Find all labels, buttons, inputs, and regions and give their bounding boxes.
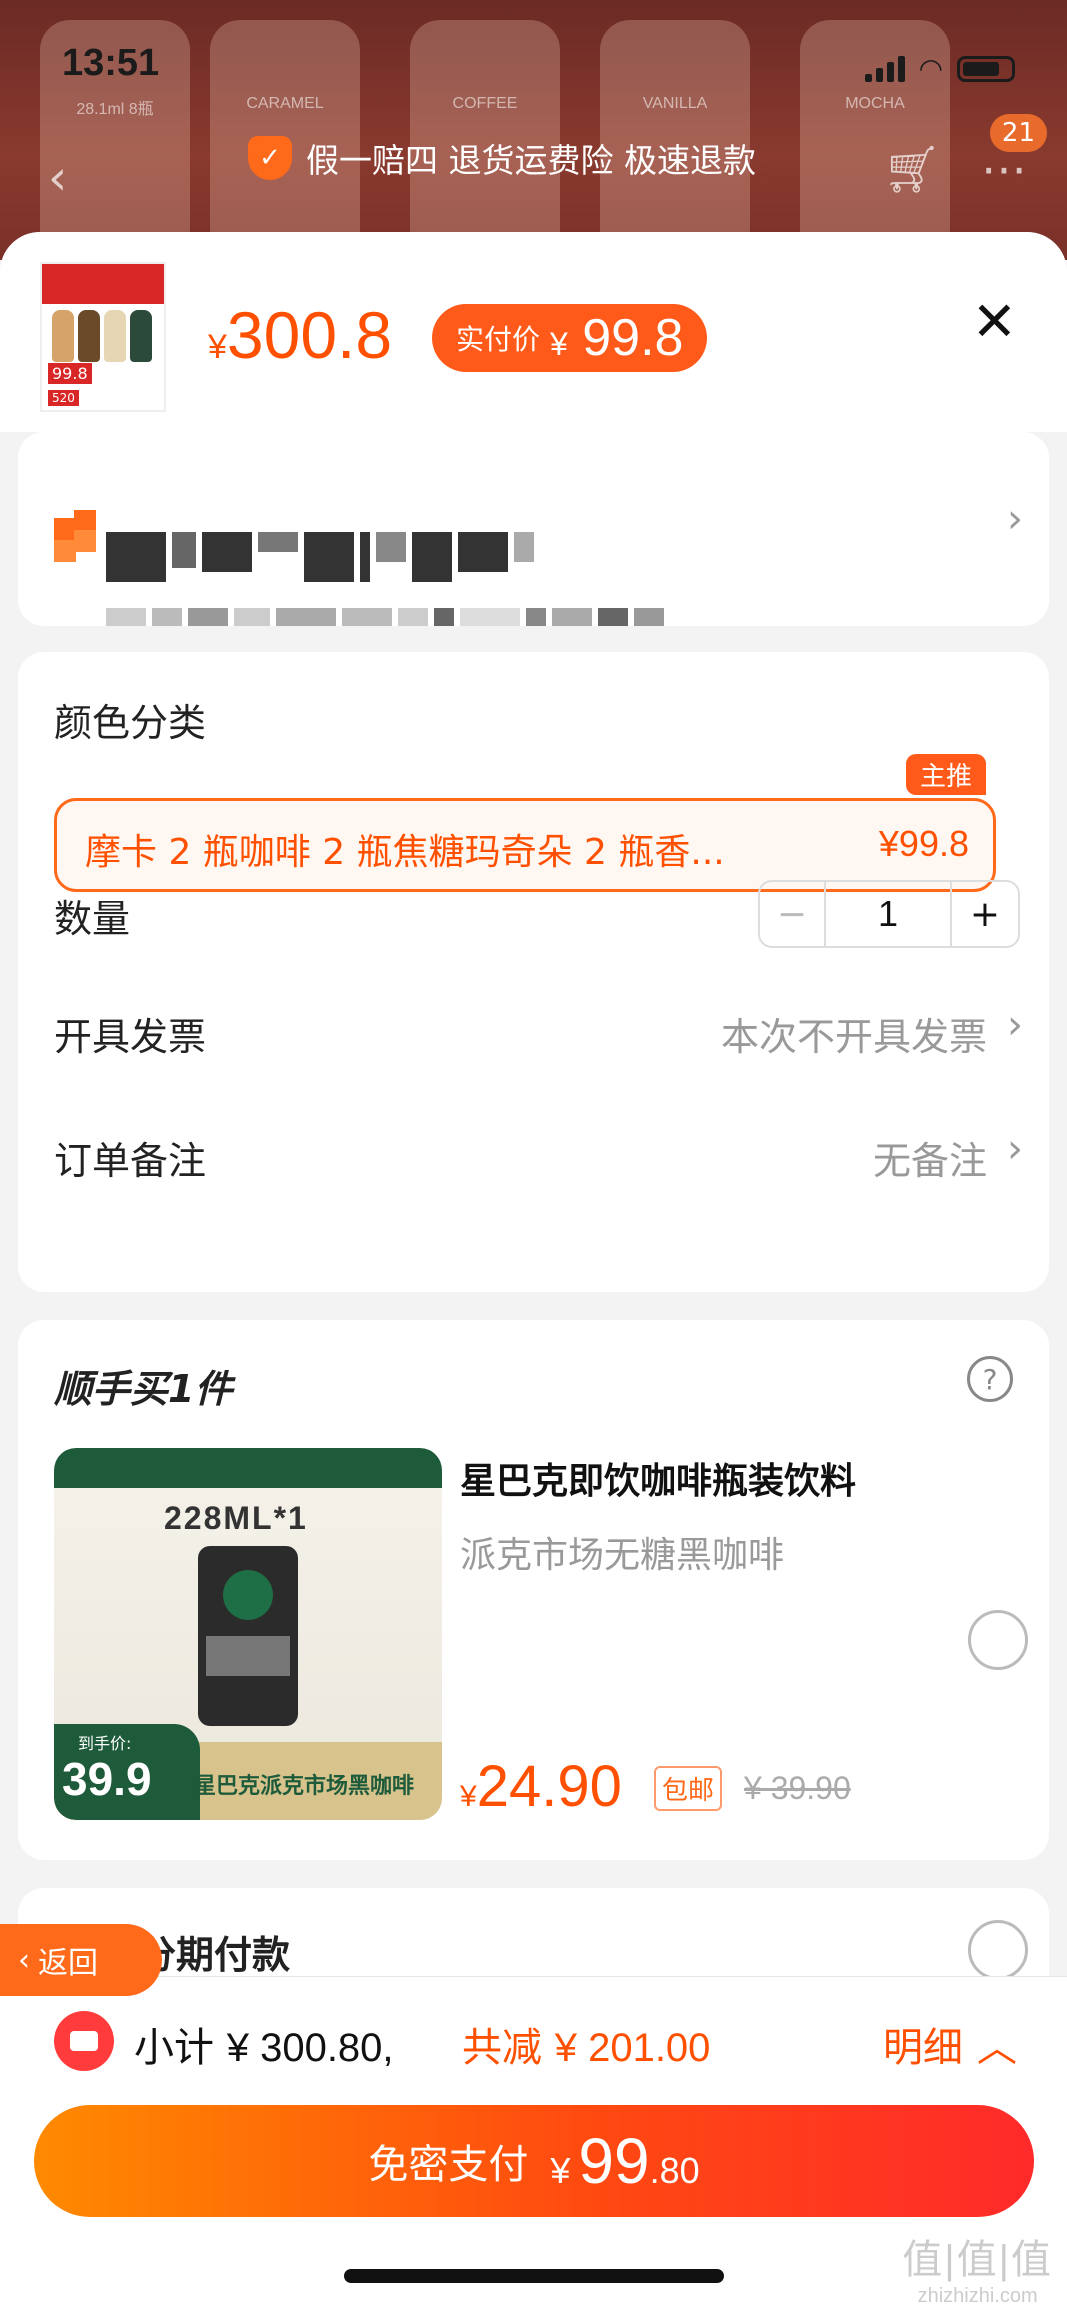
quantity-stepper: − 1 +	[758, 880, 1020, 948]
chevron-right-icon: ›	[1007, 1002, 1023, 1048]
invoice-value[interactable]: 本次不开具发票	[721, 1006, 987, 1061]
increment-button[interactable]: +	[952, 882, 1018, 946]
help-icon[interactable]: ?	[967, 1356, 1013, 1402]
quantity-label: 数量	[54, 897, 131, 941]
watermark: 值|值|值 zhizhizhi.com	[902, 2227, 1053, 2308]
cart-icon[interactable]: 🛒︎	[883, 142, 941, 197]
order-note-label: 订单备注	[54, 1139, 207, 1183]
currency-symbol: ¥	[208, 328, 227, 366]
addon-price: ¥24.90	[460, 1758, 622, 1816]
watermark-url: zhizhizhi.com	[917, 2285, 1038, 2307]
image-price-label: 到手价:	[78, 1734, 132, 1753]
coupon-icon	[54, 2011, 114, 2071]
chevron-left-icon: ‹	[18, 1942, 30, 1978]
chevron-right-icon: ›	[1007, 496, 1023, 542]
real-price-pill: 实付价 ¥ 99.8	[432, 304, 708, 372]
bg-bottle: VANILLA	[600, 20, 750, 240]
addon-product-name[interactable]: 星巴克即饮咖啡瓶装饮料	[460, 1452, 856, 1504]
bg-bottle-label: CARAMEL	[246, 95, 324, 112]
signal-icon	[864, 55, 905, 82]
decrement-button[interactable]: −	[760, 882, 826, 946]
chevron-right-icon: ›	[1007, 1126, 1023, 1172]
recommended-badge: 主推	[906, 754, 987, 795]
battery-icon	[957, 55, 1015, 82]
pay-amount: ¥99.80	[550, 2124, 699, 2198]
price-value: 300.8	[226, 298, 393, 372]
image-price-value: 39.9	[62, 1753, 152, 1805]
addon-product-image[interactable]: 228ML*1 到手价: 39.9 星巴克派克市场黑咖啡	[54, 1448, 442, 1820]
image-volume-text: 228ML*1	[164, 1500, 308, 1536]
variant-text: 摩卡 2 瓶咖啡 2 瓶焦糖玛奇朵 2 瓶香...	[85, 832, 725, 873]
real-price-value: ¥ 99.8	[550, 308, 683, 368]
free-shipping-badge: 包邮	[654, 1766, 723, 1811]
subtotal: 小计 ¥ 300.80,	[134, 2015, 394, 2073]
back-label: 返回	[38, 1946, 98, 1981]
discount-value: ¥ 201.00	[554, 2026, 711, 2070]
redacted-address	[106, 608, 664, 626]
image-caption: 星巴克派克市场黑咖啡	[194, 1774, 415, 1799]
back-button[interactable]: ‹ 返回	[0, 1924, 162, 1996]
image-price-tag: 到手价: 39.9	[54, 1724, 200, 1820]
pay-amount-dec: .80	[649, 2150, 700, 2191]
status-icons: ◠	[864, 52, 1015, 85]
cart-badge: 21	[989, 114, 1047, 152]
home-indicator[interactable]	[344, 2269, 724, 2283]
addon-select-radio[interactable]	[968, 1610, 1028, 1670]
redacted-name	[106, 532, 534, 582]
pay-button[interactable]: 免密支付 ¥99.80	[34, 2105, 1034, 2217]
location-icon	[54, 510, 96, 566]
price-detail-toggle[interactable]: 明细 ︿	[883, 2015, 1017, 2073]
original-price: ¥300.8	[208, 302, 392, 368]
addon-product-subtitle: 派克市场无糖黑咖啡	[460, 1535, 785, 1576]
bg-bottle: COFFEE	[410, 20, 560, 240]
thumb-tag: 520	[48, 390, 79, 406]
currency-symbol: ¥	[550, 2150, 571, 2191]
currency-symbol: ¥	[460, 1780, 477, 1813]
bg-bottle-label: MOCHA	[845, 95, 905, 112]
quantity-input[interactable]: 1	[826, 882, 952, 946]
addon-price-value: 24.90	[476, 1754, 622, 1819]
options-card: 颜色分类 摩卡 2 瓶咖啡 2 瓶焦糖玛奇朵 2 瓶香... ¥99.8 主推 …	[18, 652, 1049, 1292]
watermark-logo: 值|值|值	[902, 2238, 1053, 2282]
order-note-value[interactable]: 无备注	[873, 1130, 987, 1185]
addon-title: 顺手买1件	[54, 1367, 233, 1411]
color-category-label: 颜色分类	[54, 701, 207, 745]
discount-total: 共减 ¥ 201.00	[462, 2015, 710, 2073]
variant-price: ¥99.8	[878, 823, 969, 864]
pay-amount-int: 99	[578, 2125, 650, 2197]
variant-option-selected[interactable]: 摩卡 2 瓶咖啡 2 瓶焦糖玛奇朵 2 瓶香... ¥99.8	[54, 798, 996, 892]
subtotal-value: ¥ 300.80,	[226, 2026, 394, 2070]
real-price-int: 99	[582, 309, 641, 367]
bg-bottle-label: VANILLA	[642, 95, 708, 112]
discount-label: 共减	[462, 2025, 542, 2071]
bg-bottle: CARAMEL	[210, 20, 360, 240]
status-time: 13:51	[62, 42, 160, 84]
chevron-up-icon: ︿	[977, 2025, 1017, 2071]
shield-check-icon: ✓	[248, 136, 292, 180]
addon-card: 顺手买1件 ? 228ML*1 到手价: 39.9 星巴克派克市场黑咖啡 星巴克…	[18, 1320, 1049, 1860]
product-thumbnail[interactable]: 99.8 520	[40, 262, 166, 412]
invoice-label: 开具发票	[54, 1015, 207, 1059]
thumb-price-tag: 99.8	[48, 363, 92, 384]
subtotal-label: 小计	[134, 2025, 214, 2071]
detail-label: 明细	[883, 2025, 963, 2071]
real-price-label: 实付价	[456, 323, 541, 356]
real-price-dec: .8	[640, 309, 684, 367]
guarantee-banner: ✓ 假一赔四 退货运费险 极速退款	[248, 134, 756, 182]
guarantee-text: 假一赔四 退货运费险 极速退款	[306, 141, 756, 180]
background-product-page: 28.1ml 8瓶 CARAMEL COFFEE VANILLA MOCHA ‹…	[0, 0, 1067, 260]
back-arrow-icon[interactable]: ‹	[48, 150, 67, 206]
installment-radio[interactable]	[968, 1920, 1028, 1980]
bg-bottle-label: COFFEE	[452, 95, 518, 112]
pay-label: 免密支付	[368, 2142, 529, 2188]
close-icon[interactable]: ✕	[972, 290, 1017, 353]
bg-bottle-label: 28.1ml 8瓶	[76, 101, 154, 118]
sheet-header: 99.8 520 ¥300.8 实付价 ¥ 99.8 ✕	[0, 232, 1067, 432]
address-card[interactable]: ›	[18, 432, 1049, 626]
coffee-can-icon	[198, 1546, 298, 1726]
wifi-icon: ◠	[918, 52, 943, 85]
addon-original-price: ¥ 39.90	[744, 1770, 851, 1806]
currency-symbol: ¥	[550, 326, 568, 362]
checkout-footer: 小计 ¥ 300.80, 共减 ¥ 201.00 明细 ︿ 免密支付 ¥99.8…	[0, 1976, 1067, 2309]
